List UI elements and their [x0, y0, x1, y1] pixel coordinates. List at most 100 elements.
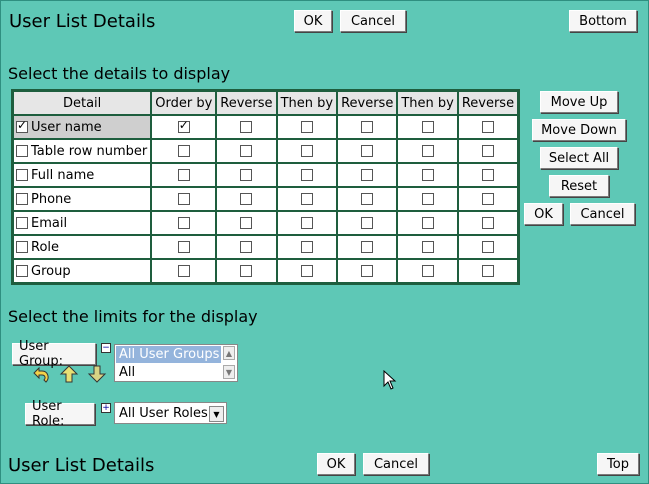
order-checkbox[interactable] [421, 241, 434, 253]
reverse-checkbox[interactable] [361, 241, 374, 253]
detail-cell[interactable]: Group [11, 258, 153, 285]
detail-cell[interactable]: Role [11, 234, 153, 260]
move-up-button[interactable]: Move Up [540, 91, 618, 113]
sort-cell [275, 258, 339, 285]
arrow-up-icon[interactable] [59, 364, 79, 384]
detail-cell[interactable]: User name [11, 114, 153, 140]
bottom-jump-button[interactable]: Bottom [569, 10, 637, 32]
bottom-cancel-button[interactable]: Cancel [363, 453, 429, 475]
column-header-reverse: Reverse [456, 89, 520, 116]
sort-cell [396, 258, 459, 285]
chevron-down-icon[interactable]: ▼ [209, 406, 224, 422]
sort-cell [396, 162, 459, 188]
reverse-checkbox[interactable] [481, 121, 494, 133]
reverse-checkbox[interactable] [240, 241, 253, 253]
undo-icon[interactable] [32, 366, 52, 386]
order-checkbox[interactable] [300, 145, 313, 157]
list-option-all[interactable]: All [116, 364, 221, 381]
order-checkbox[interactable] [177, 241, 190, 253]
reverse-checkbox[interactable] [240, 265, 253, 277]
move-down-button[interactable]: Move Down [532, 119, 626, 141]
order-checkbox[interactable] [177, 169, 190, 181]
reverse-checkbox[interactable] [481, 169, 494, 181]
details-table: Detail Order by Reverse Then by Reverse … [11, 89, 521, 285]
user-role-select[interactable]: All User Roles ▼ [114, 402, 227, 424]
list-option-all-user-groups[interactable]: All User Groups [116, 346, 221, 363]
detail-checkbox[interactable] [16, 145, 28, 157]
detail-cell[interactable]: Full name [11, 162, 153, 188]
detail-checkbox[interactable] [16, 241, 28, 253]
detail-checkbox[interactable] [16, 169, 28, 181]
reverse-checkbox[interactable] [481, 217, 494, 229]
reverse-checkbox[interactable] [481, 265, 494, 277]
reverse-checkbox[interactable] [361, 145, 374, 157]
scroll-down-icon[interactable]: ▼ [223, 365, 235, 379]
top-cancel-button[interactable]: Cancel [340, 10, 406, 32]
user-group-button[interactable]: User Group: [12, 339, 96, 369]
arrow-down-icon[interactable] [87, 364, 107, 384]
reverse-checkbox[interactable] [481, 241, 494, 253]
sort-cell [215, 138, 278, 164]
reverse-checkbox[interactable] [361, 265, 374, 277]
order-checkbox[interactable] [177, 118, 190, 133]
order-checkbox[interactable] [177, 265, 190, 277]
top-ok-button[interactable]: OK [294, 10, 332, 32]
reverse-checkbox[interactable] [361, 217, 374, 229]
order-checkbox[interactable] [177, 193, 190, 205]
order-checkbox[interactable] [421, 193, 434, 205]
top-jump-button[interactable]: Top [597, 453, 639, 475]
reverse-checkbox[interactable] [240, 121, 253, 133]
detail-cell[interactable]: Phone [11, 186, 153, 212]
sort-cell [275, 138, 339, 164]
select-all-button[interactable]: Select All [540, 147, 618, 169]
reverse-checkbox[interactable] [481, 145, 494, 157]
reset-button[interactable]: Reset [549, 175, 609, 197]
reverse-checkbox[interactable] [240, 169, 253, 181]
reverse-checkbox[interactable] [240, 145, 253, 157]
reverse-checkbox[interactable] [240, 217, 253, 229]
side-cancel-button[interactable]: Cancel [570, 203, 635, 225]
reverse-checkbox[interactable] [361, 193, 374, 205]
bottom-ok-button[interactable]: OK [317, 453, 355, 475]
order-checkbox[interactable] [300, 193, 313, 205]
user-group-listbox[interactable]: All User Groups All ▲ ▼ [114, 344, 238, 382]
order-checkbox[interactable] [177, 145, 190, 157]
reverse-checkbox[interactable] [361, 169, 374, 181]
sort-cell [396, 138, 459, 164]
order-checkbox[interactable] [300, 121, 313, 133]
order-checkbox[interactable] [300, 241, 313, 253]
order-checkbox[interactable] [421, 121, 434, 133]
detail-label: Role [31, 239, 60, 255]
scroll-up-icon[interactable]: ▲ [223, 346, 235, 360]
detail-cell[interactable]: Email [11, 210, 153, 236]
detail-cell[interactable]: Table row number [11, 138, 153, 164]
detail-checkbox[interactable] [16, 217, 28, 229]
detail-checkbox[interactable] [16, 118, 28, 133]
column-header-then-by: Then by [396, 89, 459, 116]
expand-toggle[interactable]: + [101, 403, 111, 413]
sort-cell [456, 162, 520, 188]
order-checkbox[interactable] [300, 217, 313, 229]
user-role-button[interactable]: User Role: [25, 399, 95, 429]
listbox-scrollbar[interactable]: ▲ ▼ [223, 346, 236, 380]
reverse-checkbox[interactable] [240, 193, 253, 205]
table-row: Email [11, 210, 520, 236]
order-checkbox[interactable] [300, 169, 313, 181]
sort-cell [150, 186, 218, 212]
sort-cell [336, 186, 399, 212]
reverse-checkbox[interactable] [481, 193, 494, 205]
order-checkbox[interactable] [421, 145, 434, 157]
order-checkbox[interactable] [300, 265, 313, 277]
detail-checkbox[interactable] [16, 265, 28, 277]
column-header-then-by: Then by [275, 89, 339, 116]
order-checkbox[interactable] [421, 217, 434, 229]
table-row: User name [11, 114, 520, 140]
reverse-checkbox[interactable] [361, 121, 374, 133]
detail-checkbox[interactable] [16, 193, 28, 205]
order-checkbox[interactable] [177, 217, 190, 229]
order-checkbox[interactable] [421, 169, 434, 181]
collapse-toggle[interactable]: − [101, 343, 111, 353]
side-ok-button[interactable]: OK [524, 203, 563, 225]
order-checkbox[interactable] [421, 265, 434, 277]
detail-label: Email [31, 215, 68, 231]
